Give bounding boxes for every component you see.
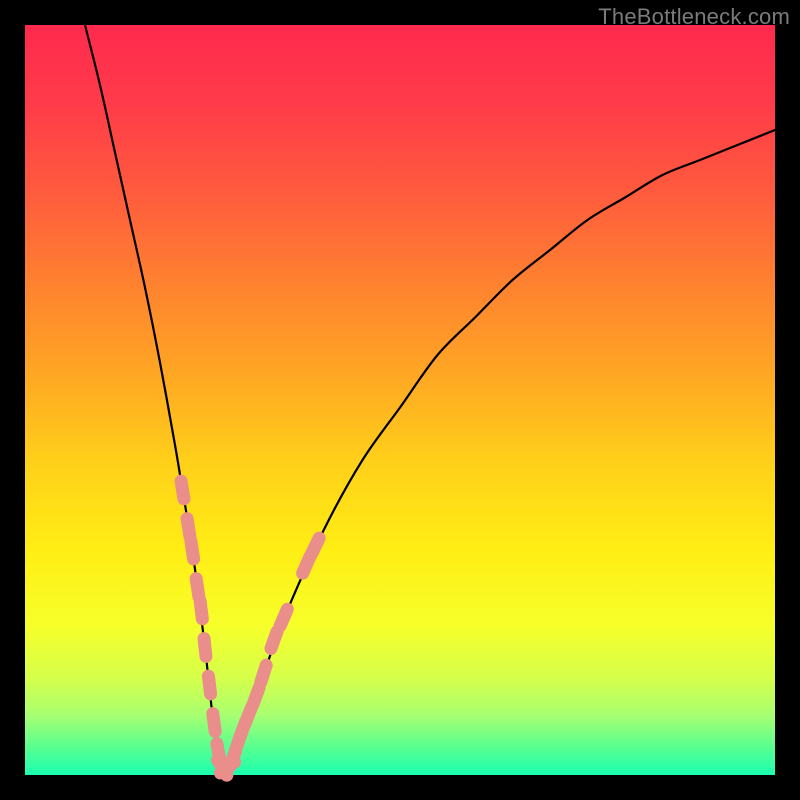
chart-frame: TheBottleneck.com xyxy=(0,0,800,800)
bottleneck-curve-path xyxy=(85,25,775,772)
highlight-point xyxy=(181,481,184,499)
highlight-point xyxy=(196,579,199,597)
highlight-point xyxy=(213,714,215,732)
highlight-point xyxy=(200,601,202,619)
highlight-point xyxy=(204,639,206,657)
highlight-point xyxy=(187,519,190,537)
highlight-point xyxy=(253,688,259,705)
highlight-point xyxy=(261,665,266,682)
highlight-point xyxy=(191,541,194,559)
highlight-point xyxy=(208,676,210,694)
highlight-point xyxy=(280,609,287,626)
watermark-label: TheBottleneck.com xyxy=(598,4,790,30)
bottleneck-curve-svg xyxy=(25,25,775,775)
highlight-point xyxy=(271,632,277,649)
highlight-point xyxy=(311,538,319,554)
plot-area xyxy=(25,25,775,775)
